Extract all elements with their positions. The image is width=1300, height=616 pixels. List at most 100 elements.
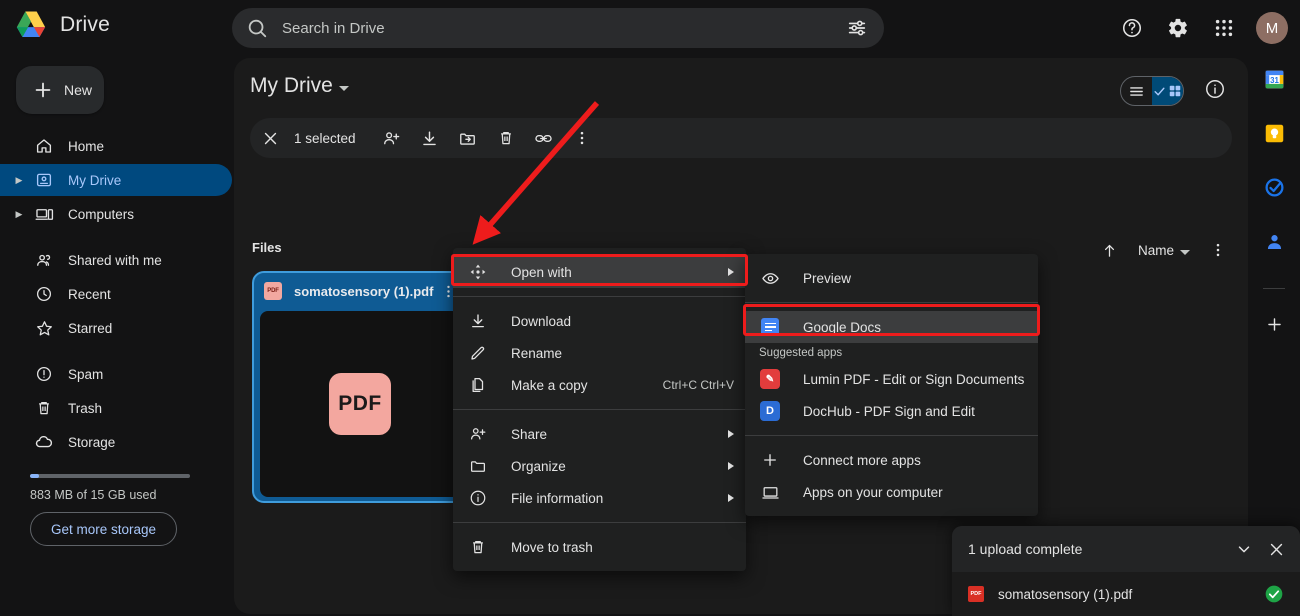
search-input[interactable] (282, 19, 846, 37)
dochub-icon: D (759, 400, 781, 422)
submenu-item-label: Connect more apps (803, 452, 921, 468)
menu-item-file-information[interactable]: File information (453, 482, 746, 514)
share-button[interactable] (374, 120, 410, 156)
google-tasks-icon[interactable] (1263, 176, 1285, 198)
pdf-badge-label: PDF (267, 288, 279, 294)
sidebar-item-spam[interactable]: Spam (0, 358, 232, 390)
submenu-item-lumin-pdf[interactable]: ✎ Lumin PDF - Edit or Sign Documents (745, 363, 1038, 395)
sidebar-item-shared-with-me[interactable]: Shared with me (0, 244, 232, 276)
sort-field-label: Name (1137, 242, 1174, 258)
sidebar-item-label: Home (68, 138, 105, 154)
clear-selection-button[interactable] (252, 120, 288, 156)
cloud-icon (34, 432, 54, 452)
upload-file-name: somatosensory (1).pdf (998, 586, 1133, 602)
list-view-icon (1130, 86, 1143, 96)
suggested-apps-label: Suggested apps (759, 347, 843, 359)
pdf-thumbnail-icon: PDF (329, 373, 391, 435)
top-bar-actions: M (1114, 10, 1288, 46)
page-title-dropdown[interactable]: My Drive (250, 74, 349, 98)
list-view-button[interactable] (1121, 77, 1152, 105)
upload-toast-close-button[interactable] (1260, 533, 1292, 565)
menu-item-move-to-trash[interactable]: Move to trash (453, 531, 746, 563)
grid-view-button[interactable] (1152, 77, 1183, 105)
menu-divider-2 (453, 409, 746, 410)
sidebar-item-recent[interactable]: Recent (0, 278, 232, 310)
settings-button[interactable] (1160, 10, 1196, 46)
more-actions-button[interactable] (564, 120, 600, 156)
google-apps-button[interactable] (1206, 10, 1242, 46)
list-options-button[interactable] (1202, 234, 1234, 266)
menu-divider (453, 296, 746, 297)
upload-toast-file-row[interactable]: PDF somatosensory (1).pdf (952, 572, 1300, 616)
sidebar-divider-gap-2 (0, 346, 232, 358)
sidebar-item-my-drive[interactable]: ▶ My Drive (0, 164, 232, 196)
menu-item-open-with[interactable]: Open with (453, 256, 746, 288)
info-circle-icon (467, 487, 489, 509)
get-more-storage-button[interactable]: Get more storage (30, 512, 178, 546)
sidebar-divider-gap (0, 232, 232, 244)
upload-toast-collapse-button[interactable] (1228, 533, 1260, 565)
search-bar[interactable] (232, 8, 884, 48)
sidebar-item-trash[interactable]: Trash (0, 392, 232, 424)
sidebar-item-storage[interactable]: Storage (0, 426, 232, 458)
sort-direction-button[interactable] (1094, 234, 1126, 266)
selection-count: 1 selected (294, 130, 356, 146)
copy-icon (467, 374, 489, 396)
menu-item-organize[interactable]: Organize (453, 450, 746, 482)
submenu-item-connect-more-apps[interactable]: Connect more apps (745, 444, 1038, 476)
details-info-button[interactable] (1204, 78, 1226, 105)
submenu-item-label: Lumin PDF - Edit or Sign Documents (803, 371, 1025, 387)
info-circle-icon (1206, 80, 1224, 98)
folder-icon (467, 455, 489, 477)
google-docs-icon (759, 316, 781, 338)
expand-arrow-icon[interactable]: ▶ (14, 209, 24, 220)
menu-item-share[interactable]: Share (453, 418, 746, 450)
pdf-file-type-icon: PDF (264, 282, 282, 300)
sidebar-item-home[interactable]: Home (0, 130, 232, 162)
lumin-pdf-icon: ✎ (759, 368, 781, 390)
help-circle-icon (1122, 18, 1142, 38)
eye-icon (759, 267, 781, 289)
new-button[interactable]: New (16, 66, 104, 114)
download-button[interactable] (412, 120, 448, 156)
sidebar-item-computers[interactable]: ▶ Computers (0, 198, 232, 230)
avatar[interactable]: M (1256, 12, 1288, 44)
submenu-item-apps-on-your-computer[interactable]: Apps on your computer (745, 476, 1038, 508)
add-app-button[interactable] (1263, 313, 1285, 335)
help-button[interactable] (1114, 10, 1150, 46)
sidebar-nav: Home ▶ My Drive ▶ Computers Shared with … (0, 130, 232, 566)
submenu-arrow-icon (728, 430, 734, 438)
sort-field-dropdown[interactable]: Name (1130, 234, 1198, 266)
file-card[interactable]: PDF somatosensory (1).pdf PDF (252, 271, 468, 503)
chevron-down-icon (1238, 546, 1250, 553)
get-link-button[interactable] (526, 120, 562, 156)
submenu-item-preview[interactable]: Preview (745, 262, 1038, 294)
storage-usage-text: 883 MB of 15 GB used (30, 488, 157, 502)
brand[interactable]: Drive (14, 10, 110, 40)
close-icon (1270, 543, 1282, 555)
arrow-up-icon (1105, 244, 1115, 257)
expand-arrow-icon[interactable]: ▶ (14, 175, 24, 186)
file-name: somatosensory (1).pdf (294, 283, 434, 299)
file-context-menu: Open with Download Rename Make a copy Ct… (453, 248, 746, 571)
menu-item-label: Move to trash (511, 539, 593, 555)
share-person-add-icon (384, 131, 400, 144)
move-to-folder-button[interactable] (450, 120, 486, 156)
submenu-item-dochub[interactable]: D DocHub - PDF Sign and Edit (745, 395, 1038, 427)
more-vert-icon (580, 131, 583, 145)
menu-item-make-a-copy[interactable]: Make a copy Ctrl+C Ctrl+V (453, 369, 746, 401)
submenu-item-label: Preview (803, 270, 852, 286)
sidebar-item-label: Spam (68, 366, 104, 382)
tune-icon[interactable] (846, 17, 868, 39)
google-calendar-icon[interactable]: 31 (1263, 68, 1285, 90)
google-contacts-icon[interactable] (1263, 230, 1285, 252)
plus-icon (35, 82, 51, 98)
google-keep-icon[interactable] (1263, 122, 1285, 144)
trash-button[interactable] (488, 120, 524, 156)
submenu-item-google-docs[interactable]: Google Docs (745, 311, 1038, 343)
sidebar-item-starred[interactable]: Starred (0, 312, 232, 344)
menu-item-rename[interactable]: Rename (453, 337, 746, 369)
download-icon (467, 310, 489, 332)
clock-icon (34, 284, 54, 304)
menu-item-download[interactable]: Download (453, 305, 746, 337)
